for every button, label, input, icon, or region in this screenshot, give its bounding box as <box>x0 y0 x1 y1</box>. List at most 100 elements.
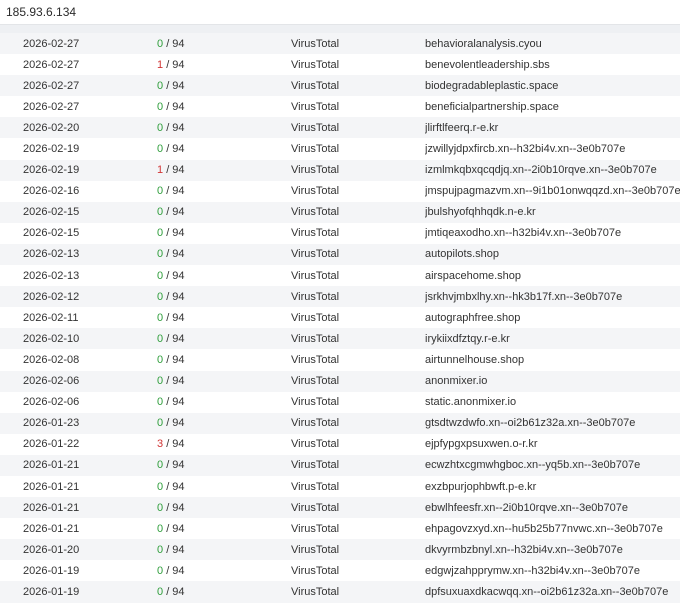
table-row: 2026-01-19 0 / 94 VirusTotal dpfsuxuaxdkacw… <box>0 581 680 603</box>
positive-count: 0 <box>157 501 164 514</box>
positive-count: 0 <box>157 185 164 198</box>
positive-count: 0 <box>157 353 164 366</box>
positive-count: 0 <box>157 311 164 324</box>
resolved-domain: jmspujpagmazvm.xn--9i1b01onwqqzd.xn--3e0… <box>425 185 680 198</box>
source-name: VirusTotal <box>291 585 340 598</box>
source-name: VirusTotal <box>291 143 340 156</box>
detection-score: 0 / 94 <box>157 328 291 349</box>
source-name: VirusTotal <box>291 269 340 282</box>
table-row: 2026-02-13 0 / 94 VirusTotal autopilots.sho… <box>0 243 680 266</box>
resolved-domain: static.anonmixer.io <box>425 396 517 409</box>
source-name: VirusTotal <box>291 311 340 324</box>
detection-score: 0 / 94 <box>157 117 291 138</box>
scan-date: 2026-01-21 <box>23 522 80 535</box>
detection-score: 0 / 94 <box>157 497 291 518</box>
detection-score: 0 / 94 <box>157 96 291 117</box>
scan-date: 2026-01-22 <box>23 438 80 451</box>
resolved-domain: irykiixdfztqy.r-e.kr <box>425 332 510 345</box>
engine-total: / 94 <box>166 396 185 409</box>
table-row: 2026-01-22 3 / 94 VirusTotal ejpfypgxpsuxwe… <box>0 433 680 455</box>
scan-date: 2026-02-27 <box>23 37 80 50</box>
source-name: VirusTotal <box>291 227 340 240</box>
resolved-domain: dkvyrmbzbnyl.xn--h32bi4v.xn--3e0b707e <box>425 543 623 556</box>
scan-date: 2026-01-19 <box>23 564 80 577</box>
engine-total: / 94 <box>166 37 185 50</box>
detection-score: 0 / 94 <box>157 181 291 202</box>
resolved-domain: ehpagovzxyd.xn--hu5b25b77nvwc.xn--3e0b70… <box>425 522 663 535</box>
scan-date: 2026-02-13 <box>23 269 80 282</box>
resolved-domain: ecwzhtxcgmwhgboc.xn--yq5b.xn--3e0b707e <box>425 459 641 472</box>
positive-count: 0 <box>157 396 164 409</box>
detection-score: 1 / 94 <box>157 160 291 181</box>
engine-total: / 94 <box>166 58 185 71</box>
resolved-domain: edgwjzahpprymw.xn--h32bi4v.xn--3e0b707e <box>425 564 641 577</box>
resolved-domain: dpfsuxuaxdkacwqq.xn--oi2b61z32a.xn--3e0b… <box>425 585 669 598</box>
positive-count: 0 <box>157 248 164 261</box>
source-name: VirusTotal <box>291 248 340 261</box>
engine-total: / 94 <box>166 375 185 388</box>
resolved-domain: airtunnelhouse.shop <box>425 353 525 366</box>
table-row: 2026-02-16 0 / 94 VirusTotal jmspujpagmazvm… <box>0 180 680 202</box>
source-name: VirusTotal <box>291 206 340 219</box>
source-name: VirusTotal <box>291 480 340 493</box>
detection-score: 0 / 94 <box>157 307 291 328</box>
scan-date: 2026-02-06 <box>23 375 80 388</box>
source-name: VirusTotal <box>291 564 340 577</box>
table-row: 2026-02-08 0 / 94 VirusTotal airtunnelhouse… <box>0 349 680 371</box>
source-name: VirusTotal <box>291 375 340 388</box>
engine-total: / 94 <box>166 100 185 113</box>
scan-date: 2026-02-15 <box>23 227 80 240</box>
detection-score: 0 / 94 <box>157 455 291 476</box>
scan-date: 2026-02-15 <box>23 206 80 219</box>
engine-total: / 94 <box>166 290 185 303</box>
resolved-domain: jzwillyjdpxfircb.xn--h32bi4v.xn--3e0b707… <box>425 143 626 156</box>
positive-count: 0 <box>157 522 164 535</box>
source-name: VirusTotal <box>291 332 340 345</box>
scan-date: 2026-02-20 <box>23 121 80 134</box>
table-row: 2026-01-23 0 / 94 VirusTotal gtsdtwzdwfo.xn… <box>0 412 680 434</box>
table-row: 2026-02-19 0 / 94 VirusTotal jzwillyjdpxfir… <box>0 138 680 160</box>
detection-score: 0 / 94 <box>157 202 291 223</box>
detection-score: 0 / 94 <box>157 265 291 286</box>
table-row: 2026-02-12 0 / 94 VirusTotal jsrkhvjmbxlhy.… <box>0 286 680 308</box>
table-row: 2026-02-20 0 / 94 VirusTotal jlirftlfeerq.r… <box>0 117 680 139</box>
detection-score: 0 / 94 <box>157 539 291 560</box>
engine-total: / 94 <box>166 311 185 324</box>
detection-score: 3 / 94 <box>157 434 291 455</box>
positive-count: 0 <box>157 143 164 156</box>
positive-count: 0 <box>157 375 164 388</box>
source-name: VirusTotal <box>291 438 340 451</box>
ip-address-header: 185.93.6.134 <box>0 0 680 24</box>
resolved-domain: jbulshyofqhhqdk.n-e.kr <box>425 206 536 219</box>
positive-count: 0 <box>157 100 164 113</box>
positive-count: 0 <box>157 269 164 282</box>
scan-date: 2026-02-19 <box>23 143 80 156</box>
detection-score: 0 / 94 <box>157 223 291 244</box>
scan-date: 2026-02-27 <box>23 79 80 92</box>
resolved-domain: beneficialpartnership.space <box>425 100 559 113</box>
source-name: VirusTotal <box>291 290 340 303</box>
detection-score: 0 / 94 <box>157 518 291 539</box>
positive-count: 0 <box>157 564 164 577</box>
scan-date: 2026-02-27 <box>23 58 80 71</box>
source-name: VirusTotal <box>291 396 340 409</box>
table-row: 2026-02-10 0 / 94 VirusTotal irykiixdfztqy.… <box>0 328 680 350</box>
engine-total: / 94 <box>166 164 185 177</box>
positive-count: 0 <box>157 417 164 430</box>
table-row: 2026-02-06 0 / 94 VirusTotal anonmixer.io <box>0 370 680 392</box>
engine-total: / 94 <box>166 501 185 514</box>
scan-date: 2026-01-21 <box>23 501 80 514</box>
header-divider <box>0 24 680 33</box>
resolved-domain: behavioralanalysis.cyou <box>425 37 542 50</box>
table-row: 2026-02-13 0 / 94 VirusTotal airspacehome.s… <box>0 265 680 287</box>
engine-total: / 94 <box>166 480 185 493</box>
resolved-domain: benevolentleadership.sbs <box>425 58 550 71</box>
table-row: 2026-01-21 0 / 94 VirusTotal exzbpurjophbwf… <box>0 475 680 498</box>
positive-count: 1 <box>157 164 164 177</box>
resolved-domain: gtsdtwzdwfo.xn--oi2b61z32a.xn--3e0b707e <box>425 417 636 430</box>
engine-total: / 94 <box>166 417 185 430</box>
scan-date: 2026-02-10 <box>23 332 80 345</box>
source-name: VirusTotal <box>291 353 340 366</box>
resolved-domain: jsrkhvjmbxlhy.xn--hk3b17f.xn--3e0b707e <box>425 290 623 303</box>
scan-date: 2026-02-27 <box>23 100 80 113</box>
